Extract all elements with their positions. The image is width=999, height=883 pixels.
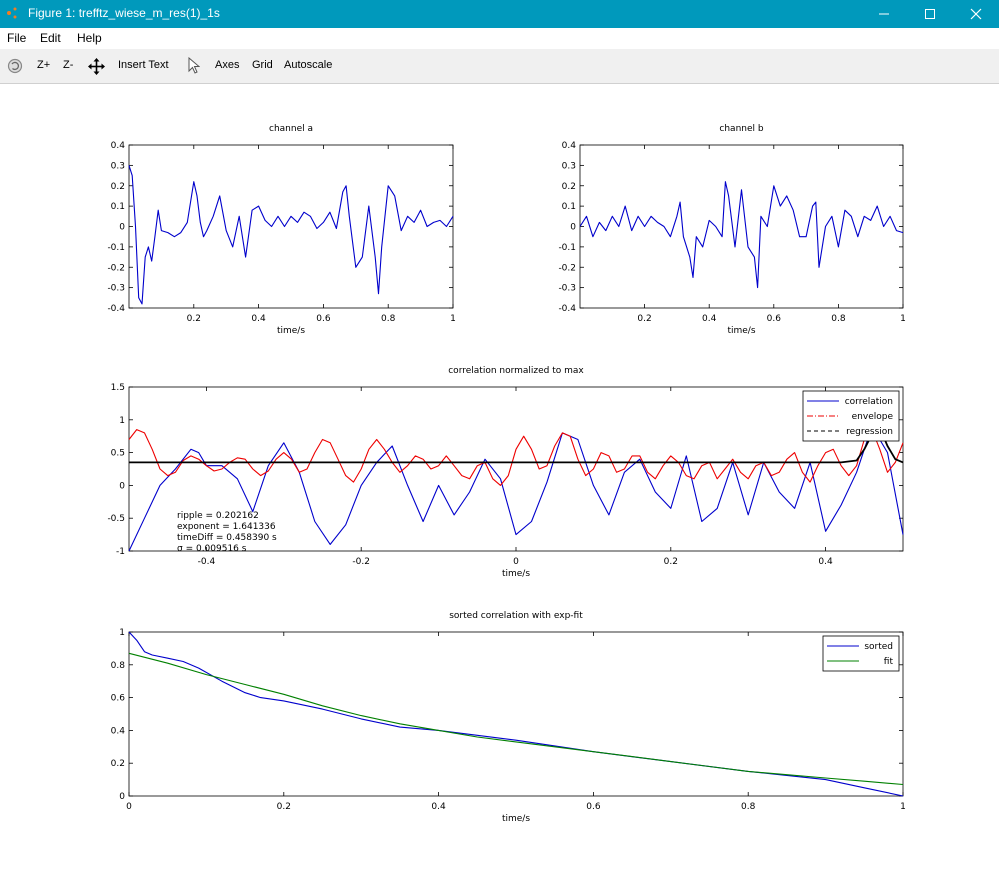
plot3-legend-label-envelope: envelope [852,412,894,422]
plot3-xlabel: time/s [502,569,530,579]
plot1-xtick-label: 0.4 [251,314,266,324]
plot4-ytick-label: 0.8 [111,661,126,671]
toolbar: Z+ Z- Insert Text Axes Grid Autoscale [0,49,999,84]
plot4-ytick-label: 0.2 [111,759,125,769]
plot3-xtick-label: -0.2 [352,557,370,567]
plot2-ytick-label: -0.4 [558,304,576,314]
plot4-xlabel: time/s [502,814,530,824]
close-button[interactable] [953,0,999,28]
plot3-ytick-label: 0 [119,481,125,491]
pan-icon[interactable] [88,58,105,75]
axes-button[interactable]: Axes [215,59,239,71]
plot4-ytick-label: 0 [119,792,125,802]
plot1-ytick-label: 0.1 [111,202,125,212]
plot3-annotation: ripple = 0.202162 [177,511,259,521]
plot2-xlabel: time/s [727,326,755,336]
plot3-xtick-label: 0.2 [664,557,678,567]
plot3-xtick-label: -0.4 [198,557,216,567]
plot3-ytick-label: 1 [119,416,125,426]
plot4-ytick-label: 0.6 [111,694,126,704]
zoom-out-button[interactable]: Z- [63,59,73,71]
minimize-icon [879,13,889,15]
minimize-button[interactable] [861,0,907,28]
plot1-ytick-label: 0.3 [111,161,125,171]
maximize-button[interactable] [907,0,953,28]
plot1-ytick-label: -0.4 [107,304,125,314]
plot2-xtick-label: 0.8 [831,314,846,324]
plot3-legend-label-correlation: correlation [845,397,893,407]
plot3-annotation: σ = 0.009516 s [177,544,247,554]
plot1-xtick-label: 0.6 [316,314,331,324]
window-title: Figure 1: trefftz_wiese_m_res(1)_1s [28,6,220,20]
plot4-legend-label-sorted: sorted [864,642,893,652]
select-pointer-icon[interactable] [188,57,200,75]
menu-bar: File Edit Help [0,28,999,49]
title-bar: Figure 1: trefftz_wiese_m_res(1)_1s [0,0,999,28]
plot4-axes-box [128,631,904,797]
plot3-legend-label-regression: regression [846,427,893,437]
plot2-ytick-label: -0.1 [558,243,576,253]
plot4-xtick-label: 0.4 [431,802,446,812]
plot4-xtick-label: 1 [900,802,906,812]
plot4-legend-label-fit: fit [884,657,894,667]
plot3-annotation: timeDiff = 0.458390 s [177,533,277,543]
plot1-xlabel: time/s [277,326,305,336]
plot3-title: correlation normalized to max [448,366,584,376]
plot4-title: sorted correlation with exp-fit [449,611,583,621]
plot1-ytick-label: 0 [119,223,125,233]
autoscale-button[interactable]: Autoscale [284,59,332,71]
plot2-ytick-label: 0.1 [562,202,576,212]
plot3-ytick-label: 1.5 [111,383,125,393]
plot4-xtick-label: 0.8 [741,802,756,812]
plot4-ytick-label: 0.4 [111,726,126,736]
grid-button[interactable]: Grid [252,59,273,71]
rotate-icon[interactable] [7,58,23,74]
plot1-axes-box [128,144,454,309]
plot2-ytick-label: 0.4 [562,141,577,151]
plot4-xtick-label: 0.6 [586,802,601,812]
plot2-ytick-label: -0.3 [558,284,576,294]
zoom-in-button[interactable]: Z+ [37,59,50,71]
plot1-xtick-label: 0.2 [187,314,201,324]
plot3-ytick-label: -0.5 [107,514,125,524]
plot3-annotation: exponent = 1.641336 [177,522,276,532]
plot1-ytick-label: -0.3 [107,284,125,294]
plot2-ytick-label: 0.2 [562,182,576,192]
plot2-xtick-label: 1 [900,314,906,324]
plot2-ytick-label: -0.2 [558,263,576,273]
insert-text-button[interactable]: Insert Text [118,59,169,71]
plot1-xtick-label: 0.8 [381,314,396,324]
plot2-ytick-label: 0.3 [562,161,576,171]
plot3-xtick-label: 0 [513,557,519,567]
plot3-xtick-label: 0.4 [818,557,833,567]
plot2-xtick-label: 0.4 [702,314,717,324]
plot4-xtick-label: 0.2 [277,802,291,812]
figure-canvas[interactable]: channel a time/s 0.2 0.4 0.6 0.8 1 0.4 0.3 0.2 0.1… [0,84,999,883]
maximize-icon [925,9,935,19]
plot1-ytick-label: -0.1 [107,243,125,253]
plot1-ytick-label: 0.4 [111,141,126,151]
plot4-ytick-label: 1 [119,628,125,638]
plot3-ytick-label: 0.5 [111,449,125,459]
menu-help[interactable]: Help [77,31,102,45]
app-icon [7,7,17,19]
plot2-xtick-label: 0.6 [767,314,782,324]
plot4-xtick-label: 0 [126,802,132,812]
plot2-title: channel b [719,124,763,134]
plot2-ytick-label: 0 [570,223,576,233]
close-icon [970,8,982,20]
plot1-title: channel a [269,124,313,134]
menu-edit[interactable]: Edit [40,31,61,45]
plot3-ytick-label: -1 [116,547,125,557]
menu-file[interactable]: File [7,31,26,45]
plot2-xtick-label: 0.2 [637,314,651,324]
plot1-ytick-label: -0.2 [107,263,125,273]
plot1-xtick-label: 1 [450,314,456,324]
plot1-ytick-label: 0.2 [111,182,125,192]
